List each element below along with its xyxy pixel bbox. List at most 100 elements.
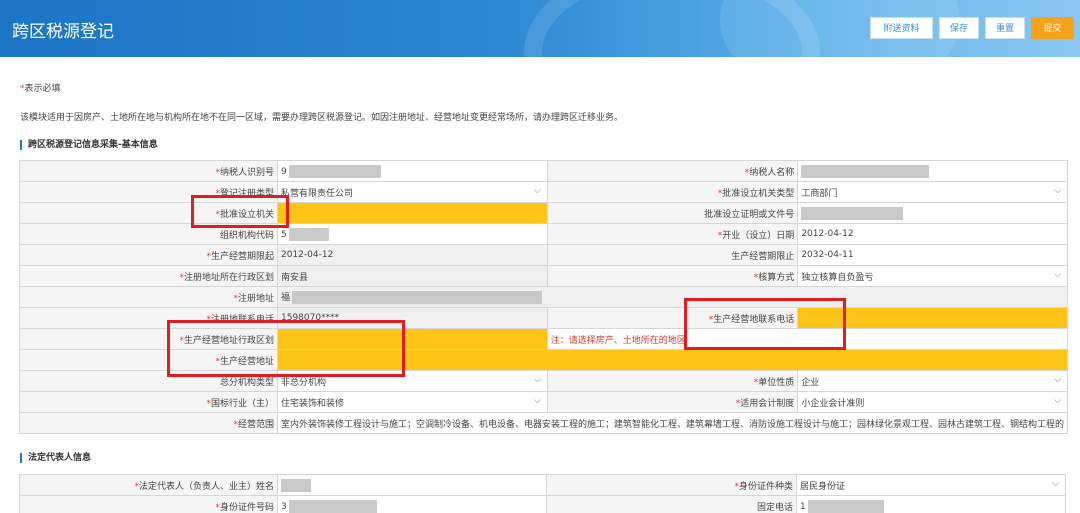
required-star: *	[753, 377, 759, 388]
reg-phone-field[interactable]: 1598070****	[277, 307, 548, 329]
section-legal-title: 法定代表人信息	[20, 453, 91, 463]
period-start-field[interactable]: 2012-04-12	[277, 244, 548, 266]
chevron-down-icon: ⌵	[1054, 186, 1062, 196]
page-title: 跨区税源登记	[12, 22, 114, 42]
required-star: *	[206, 314, 211, 325]
legal-rep-table: *法定代表人（负责人、业主）姓名 *身份证件种类 居民身份证 ⌵ *身份证件号码 …	[19, 474, 1066, 513]
taxpayer-name-label: *纳税人名称	[546, 160, 799, 182]
branch-type-value: 非总分机构	[281, 377, 327, 388]
open-date-field[interactable]: 2012-04-12	[797, 223, 1069, 245]
masked-value	[288, 499, 377, 513]
phone-field[interactable]: 1	[796, 495, 1066, 513]
approving-type-value: 工商部门	[801, 188, 838, 199]
required-star: *	[179, 272, 184, 283]
masked-value	[801, 164, 930, 178]
acct-system-select[interactable]: 小企业会计准则 ⌵	[797, 391, 1069, 413]
masked-value	[281, 478, 311, 492]
org-code-field[interactable]: 5	[277, 223, 548, 245]
scope-label: *经营范围	[19, 412, 278, 434]
submit-button[interactable]: 提交	[1031, 17, 1074, 39]
org-code-value: 5	[281, 229, 287, 240]
approval-doc-label: 批准设立证明或文件号	[546, 202, 799, 224]
masked-value	[288, 227, 329, 241]
id-no-label: *身份证件号码	[19, 495, 278, 513]
section-basic-title: 跨区税源登记信息采集-基本信息	[20, 140, 158, 150]
attach-docs-button[interactable]: 附送资料	[870, 17, 933, 39]
phone-value: 1	[800, 501, 806, 512]
id-type-select[interactable]: 居民身份证 ⌵	[796, 474, 1066, 496]
reg-region-value: 南安县	[281, 272, 309, 283]
required-star: *	[215, 209, 220, 220]
reg-type-select[interactable]: 私营有限责任公司 ⌵	[277, 181, 548, 203]
basic-info-table: *纳税人识别号 9 *纳税人名称 *登记注册类型 私营有限责任公司 ⌵ *批准设立…	[19, 160, 1069, 434]
required-star: *	[233, 293, 238, 304]
chevron-down-icon: ⌵	[1054, 270, 1062, 280]
required-star: *	[215, 356, 220, 367]
org-code-label: 组织机构代码	[19, 223, 278, 245]
required-star: *	[734, 481, 739, 492]
biz-phone-label: *生产经营地联系电话	[546, 307, 799, 329]
industry-value: 住宅装饰和装修	[281, 398, 345, 409]
required-star: *	[717, 188, 723, 199]
acct-system-value: 小企业会计准则	[801, 398, 865, 409]
required-star: *	[215, 502, 220, 513]
unit-nature-select[interactable]: 企业 ⌵	[797, 370, 1069, 392]
legal-name-field[interactable]	[277, 474, 547, 496]
masked-value	[807, 499, 884, 513]
id-type-value: 居民身份证	[800, 481, 846, 492]
approving-type-label: *批准设立机关类型	[546, 181, 799, 203]
approving-org-input[interactable]	[277, 202, 548, 224]
reg-type-value: 私营有限责任公司	[281, 188, 354, 199]
taxpayer-name-field[interactable]	[797, 160, 1069, 182]
taxpayer-id-label: *纳税人识别号	[19, 160, 278, 182]
industry-label: *国标行业（主）	[19, 391, 278, 413]
required-star: *	[215, 188, 220, 199]
industry-select[interactable]: 住宅装饰和装修 ⌵	[277, 391, 548, 413]
save-button[interactable]: 保存	[939, 17, 979, 39]
required-star: *	[753, 272, 759, 283]
id-no-field[interactable]: 3	[277, 495, 547, 513]
masked-value	[288, 164, 381, 178]
id-type-label: *身份证件种类	[546, 474, 797, 496]
accounting-select[interactable]: 独立核算自负盈亏 ⌵	[797, 265, 1069, 287]
chevron-down-icon: ⌵	[1052, 479, 1059, 489]
reg-region-label: *注册地址所在行政区划	[19, 265, 278, 287]
masked-value	[292, 291, 543, 304]
reg-addr-value: 福	[281, 293, 291, 303]
required-star: *	[717, 230, 723, 241]
reset-button[interactable]: 重置	[985, 17, 1025, 39]
reg-addr-field[interactable]: 福	[276, 286, 1069, 308]
required-star: *	[744, 167, 750, 178]
app-header: 跨区税源登记 附送资料 保存 重置 提交	[0, 0, 1080, 57]
approval-doc-input[interactable]	[797, 202, 1069, 224]
required-star: *	[206, 251, 211, 262]
unit-nature-label: *单位性质	[546, 370, 799, 392]
accounting-value: 独立核算自负盈亏	[801, 272, 874, 283]
biz-region-input[interactable]	[277, 328, 548, 350]
chevron-down-icon: ⌵	[533, 396, 541, 406]
taxpayer-id-field[interactable]: 9	[277, 160, 548, 182]
required-star: *	[233, 419, 238, 430]
legal-name-label: *法定代表人（负责人、业主）姓名	[19, 474, 278, 496]
branch-type-select[interactable]: 非总分机构 ⌵	[277, 370, 548, 392]
required-star: *	[134, 481, 139, 492]
unit-nature-value: 企业	[801, 377, 820, 388]
reg-region-field[interactable]: 南安县	[277, 265, 548, 287]
taxpayer-id-value: 9	[281, 166, 287, 177]
approving-type-select[interactable]: 工商部门 ⌵	[797, 181, 1069, 203]
chevron-down-icon: ⌵	[1054, 375, 1062, 385]
scope-field[interactable]: 室内外装饰装修工程设计与施工；空调制冷设备、机电设备、电器安装工程的施工；建筑智…	[276, 412, 1069, 434]
reg-type-label: *登记注册类型	[19, 181, 278, 203]
reg-addr-label: *注册地址	[19, 286, 278, 308]
biz-addr-input[interactable]	[276, 349, 1069, 371]
id-no-value: 3	[281, 501, 287, 512]
open-date-label: *开业（设立）日期	[546, 223, 799, 245]
masked-value	[801, 206, 904, 220]
required-text: 表示必填	[24, 84, 61, 94]
required-star: *	[179, 335, 184, 346]
biz-phone-input[interactable]	[797, 307, 1069, 329]
period-end-field[interactable]: 2032-04-11	[797, 244, 1069, 266]
chevron-down-icon: ⌵	[533, 186, 541, 196]
period-end-label: 生产经营期限止	[546, 244, 799, 266]
required-star: *	[215, 167, 220, 178]
